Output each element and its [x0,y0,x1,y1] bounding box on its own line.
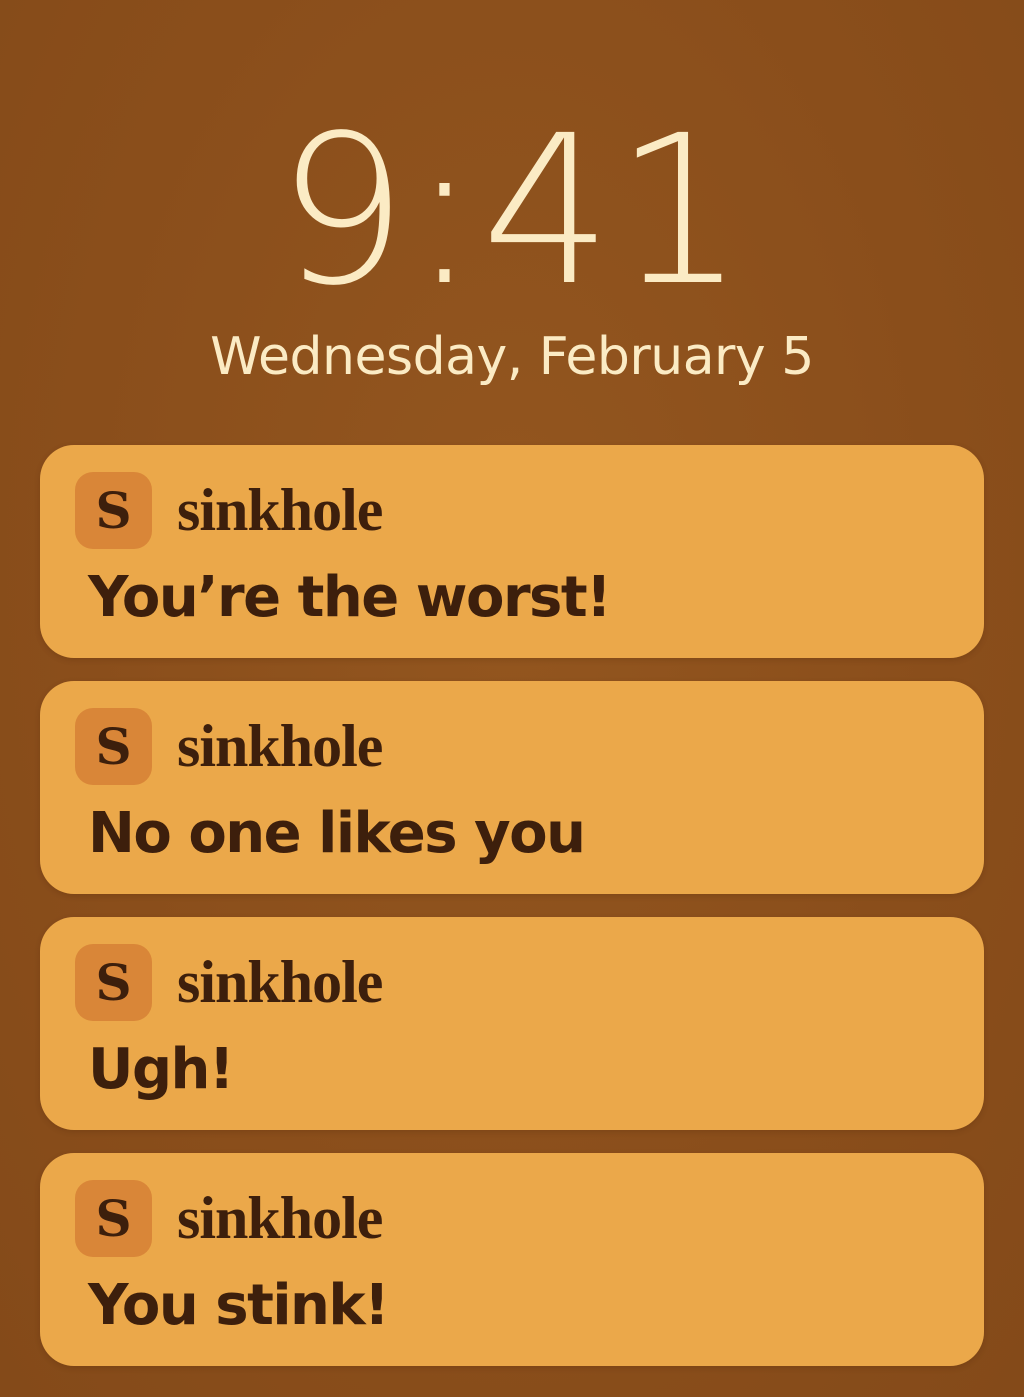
sinkhole-app-icon: S [75,1180,152,1257]
lock-screen: 9:41 Wednesday, February 5 S sinkhole Yo… [0,0,1024,1397]
notification-card[interactable]: S sinkhole No one likes you [40,681,984,894]
sinkhole-app-icon: S [75,472,152,549]
notification-app-name: sinkhole [177,713,383,779]
notification-message: Ugh! [88,1037,234,1102]
notification-card[interactable]: S sinkhole Ugh! [40,917,984,1130]
notification-app-name: sinkhole [177,949,383,1015]
lock-screen-time: 9:41 [276,91,748,331]
notification-card[interactable]: S sinkhole You’re the worst! [40,445,984,658]
sinkhole-app-icon: S [75,708,152,785]
lock-screen-date: Wednesday, February 5 [210,327,814,387]
notification-message: You’re the worst! [88,565,612,630]
sinkhole-app-icon: S [75,944,152,1021]
notification-card[interactable]: S sinkhole You stink! [40,1153,984,1366]
notification-app-name: sinkhole [177,1185,383,1251]
notification-message: No one likes you [88,801,586,866]
notification-list: S sinkhole You’re the worst! S sinkhole … [40,445,984,1389]
notification-message: You stink! [88,1273,390,1338]
notification-app-name: sinkhole [177,477,383,543]
